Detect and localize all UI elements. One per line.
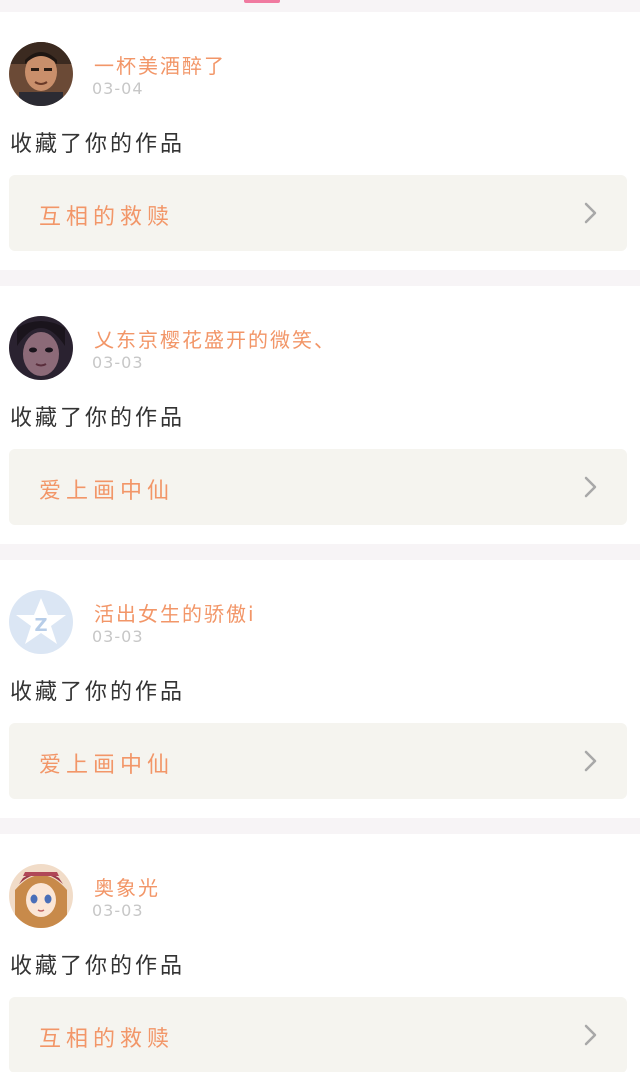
user-avatar[interactable] [9, 864, 73, 928]
svg-text:Z: Z [34, 615, 47, 636]
notification-card: Z 活出女生的骄傲i 03-03 收藏了你的作品 爱上画中仙 [0, 560, 640, 818]
notification-action-text: 收藏了你的作品 [10, 406, 186, 431]
work-link[interactable]: 互相的救赎 [9, 997, 627, 1072]
work-title: 互相的救赎 [39, 205, 175, 230]
user-avatar[interactable]: Z [9, 590, 73, 654]
notification-date: 03-03 [92, 353, 144, 372]
user-avatar[interactable] [9, 42, 73, 106]
card-separator [0, 270, 640, 286]
notification-action-text: 收藏了你的作品 [10, 954, 186, 979]
work-link[interactable]: 互相的救赎 [9, 175, 627, 251]
work-link[interactable]: 爱上画中仙 [9, 449, 627, 525]
notification-date: 03-03 [92, 901, 144, 920]
girl-dark-photo-avatar-icon [9, 316, 73, 380]
work-link[interactable]: 爱上画中仙 [9, 723, 627, 799]
card-separator [0, 544, 640, 560]
notification-card: 一杯美酒醉了 03-04 收藏了你的作品 互相的救赎 [0, 12, 640, 270]
tab-indicator [244, 0, 280, 3]
username[interactable]: 乂东京樱花盛开的微笑、 [94, 324, 336, 353]
chevron-right-icon [584, 202, 597, 224]
notification-date: 03-03 [92, 627, 144, 646]
notification-card: 奥象光 03-03 收藏了你的作品 互相的救赎 [0, 834, 640, 1072]
anime-girl-avatar-icon [9, 864, 73, 928]
notification-card: 乂东京樱花盛开的微笑、 03-03 收藏了你的作品 爱上画中仙 [0, 286, 640, 544]
work-title: 爱上画中仙 [39, 753, 175, 778]
top-strip [0, 0, 640, 12]
chevron-right-icon [584, 1024, 597, 1046]
man-photo-avatar-icon [9, 42, 73, 106]
notification-action-text: 收藏了你的作品 [10, 132, 186, 157]
notifications-page: 一杯美酒醉了 03-04 收藏了你的作品 互相的救赎 乂东京樱花盛开的微笑、 0… [0, 0, 640, 1072]
chevron-right-icon [584, 750, 597, 772]
qzone-star-avatar-icon: Z [9, 590, 73, 654]
user-avatar[interactable] [9, 316, 73, 380]
notification-date: 03-04 [92, 79, 144, 98]
username[interactable]: 一杯美酒醉了 [94, 50, 226, 79]
username[interactable]: 活出女生的骄傲i [94, 598, 256, 627]
username[interactable]: 奥象光 [94, 872, 160, 901]
chevron-right-icon [584, 476, 597, 498]
notification-feed: 一杯美酒醉了 03-04 收藏了你的作品 互相的救赎 乂东京樱花盛开的微笑、 0… [0, 12, 640, 1072]
card-separator [0, 818, 640, 834]
work-title: 爱上画中仙 [39, 479, 175, 504]
notification-action-text: 收藏了你的作品 [10, 680, 186, 705]
work-title: 互相的救赎 [39, 1027, 175, 1052]
